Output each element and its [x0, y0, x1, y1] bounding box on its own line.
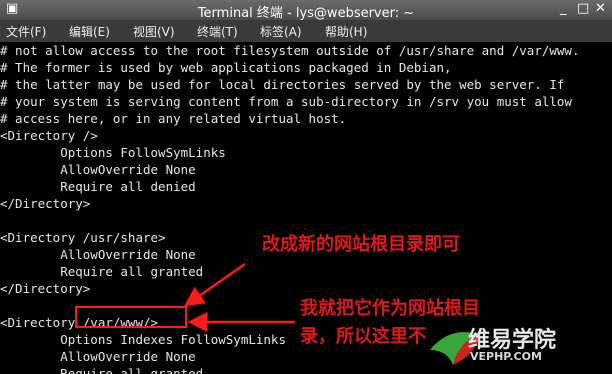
annotation-change-root: 改成新的网站根目录即可: [262, 234, 460, 255]
annotation-use-as-root-line1: 我就把它作为网站根目: [300, 298, 480, 319]
watermark-url: VEPHP.COM: [470, 350, 542, 363]
annotation-use-as-root-line2: 录，所以这里不: [300, 326, 426, 347]
arrow-to-path: [183, 262, 246, 307]
terminal-window: ▣ Terminal 终端 - lys@webserver: ~ _ □ ✕ 文…: [0, 0, 612, 374]
